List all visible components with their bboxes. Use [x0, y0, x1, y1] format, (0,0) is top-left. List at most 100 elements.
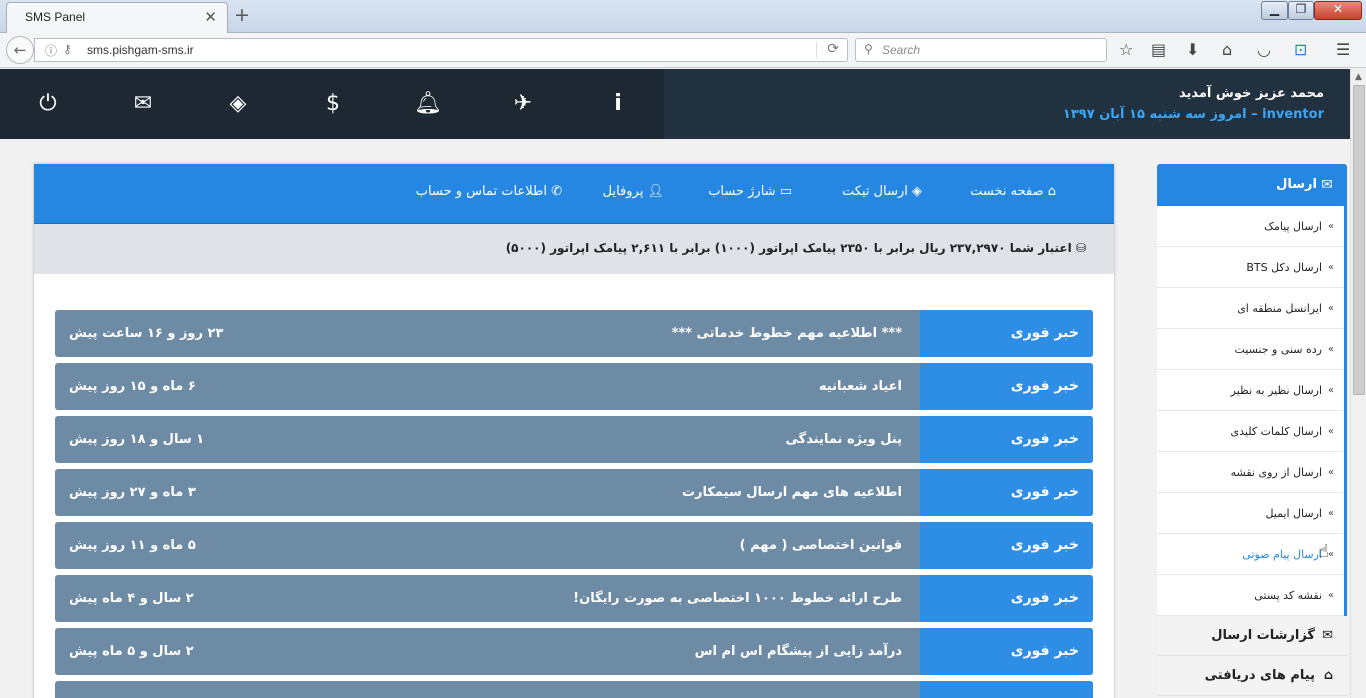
sidebar: ✉ ارسال » ارسال پیامک » ارسال دکل BTS » ایران… [1157, 164, 1347, 696]
sidebar-head-send[interactable]: ✉ ارسال [1157, 164, 1347, 206]
news-label: خبر فوری [920, 416, 1093, 463]
paper-plane-icon[interactable]: ✈ [508, 91, 538, 116]
news-label: خبر فوری [920, 363, 1093, 410]
browser-nav-bar: ← ⓘ ⚷ sms.pishgam-sms.ir ⟳ ⚲ ☆ ▤ ⬇ ⌂ ◡ ⊡… [0, 33, 1366, 68]
nav-contact[interactable]: ✆ اطلاعات تماس و حساب [416, 184, 562, 199]
bookmark-star-icon[interactable]: ☆ [1119, 40, 1133, 59]
nav-send-ticket[interactable]: ◈ ارسال تیکت [842, 184, 922, 199]
chevron-double-icon: » [1327, 590, 1334, 601]
window-close-button[interactable]: ✕ [1314, 1, 1362, 20]
search-input[interactable] [882, 42, 1102, 58]
pocket-icon[interactable]: ◡ [1257, 40, 1271, 59]
browser-tab[interactable]: SMS Panel ✕ [6, 2, 228, 33]
search-box[interactable]: ⚲ [855, 38, 1107, 62]
news-item[interactable]: خبر فوری درآمد زایی از پیشگام اس ام اس ۲… [55, 628, 1093, 675]
new-tab-button[interactable]: + [234, 4, 250, 26]
reading-list-icon[interactable]: ▤ [1151, 40, 1166, 59]
news-item[interactable]: خبر فوری اعیاد شعبانیه ۶ ماه و ۱۵ روز پی… [55, 363, 1093, 410]
sidebar-item-label: ایرانسل منطقه ای [1237, 302, 1322, 315]
news-title[interactable]: اعیاد شعبانیه [819, 363, 902, 410]
credit-text: ⛁ اعتبار شما ۲۳۷,۲۹۷۰ ریال برابر با ۲۳۵۰… [506, 241, 1086, 255]
menu-icon[interactable]: ☰ [1336, 40, 1350, 59]
credit-bar: ⛁ اعتبار شما ۲۳۷,۲۹۷۰ ریال برابر با ۲۳۵۰… [34, 224, 1114, 274]
news-title[interactable]: *** اطلاعیه مهم خطوط خدماتی *** [672, 310, 902, 357]
news-title[interactable]: پنل ویژه نمایندگی [786, 416, 902, 463]
phone-icon: ✆ [551, 184, 562, 199]
sidebar-section-reports[interactable]: ✉ گزارشات ارسال [1157, 616, 1347, 656]
url-bar[interactable]: ⓘ ⚷ sms.pishgam-sms.ir ⟳ [34, 38, 848, 62]
envelope-icon[interactable]: ✉ [128, 91, 158, 116]
news-item[interactable]: خبر فوری طرح ارائه خطوط ۱۰۰۰ اختصاصی به … [55, 575, 1093, 622]
database-icon: ⛁ [1075, 241, 1086, 255]
sidebar-item[interactable]: » ارسال ایمیل [1157, 493, 1344, 534]
news-item[interactable]: خبر فوری قوانین اختصاصی ( مهم ) ۵ ماه و … [55, 522, 1093, 569]
news-label-partial [920, 681, 1093, 698]
home-icon[interactable]: ⌂ [1222, 40, 1232, 59]
sidebar-item[interactable]: » ارسال پیامک [1157, 206, 1344, 247]
ticket-icon[interactable]: ◈ [223, 91, 253, 116]
nav-home[interactable]: ⌂ صفحه نخست [970, 184, 1056, 199]
nav-send-ticket-label: ارسال تیکت [842, 184, 908, 199]
sidebar-item[interactable]: » ارسال پیام صوتی [1157, 534, 1344, 575]
page-scrollbar[interactable]: ▲ [1350, 69, 1366, 698]
ticket-icon: ◈ [912, 184, 922, 199]
sidebar-item[interactable]: » ارسال از روی نقشه [1157, 452, 1344, 493]
username-link[interactable]: inventor [1262, 107, 1324, 122]
info-icon[interactable]: i [603, 91, 633, 116]
back-button[interactable]: ← [6, 36, 34, 64]
sidebar-item[interactable]: » ایرانسل منطقه ای [1157, 288, 1344, 329]
news-time: ۳ ماه و ۲۷ روز پیش [69, 485, 196, 500]
user-info-area: محمد عزیز خوش آمدید inventor – امروز سه … [664, 69, 1350, 139]
news-time: ۶ ماه و ۱۵ روز پیش [69, 379, 196, 394]
power-icon[interactable]: ⏻ [33, 91, 63, 116]
top-nav: ⌂ صفحه نخست ◈ ارسال تیکت ▭ شارژ حساب 👤︎ … [34, 164, 1114, 224]
inbox-icon: ⌂ [1323, 668, 1333, 683]
extension-icon[interactable]: ⊡ [1294, 40, 1307, 59]
sidebar-item-label: ارسال پیامک [1264, 220, 1322, 233]
sidebar-item-label: ارسال نظیر به نظیر [1230, 384, 1322, 397]
info-circle-icon[interactable]: ⓘ [45, 42, 57, 59]
minimize-button[interactable]: ▁ [1261, 1, 1288, 20]
news-item[interactable]: خبر فوری اطلاعیه های مهم ارسال سیمکارت ۳… [55, 469, 1093, 516]
reload-icon[interactable]: ⟳ [827, 41, 839, 57]
news-time: ۵ ماه و ۱۱ روز پیش [69, 538, 196, 553]
sidebar-item-label: ارسال ایمیل [1265, 507, 1322, 520]
news-title[interactable]: درآمد زایی از پیشگام اس ام اس [695, 628, 902, 675]
dollar-icon[interactable]: $ [318, 91, 348, 116]
sidebar-item[interactable]: » نقشه کد پستی [1157, 575, 1344, 616]
news-item[interactable]: خبر فوری پنل ویژه نمایندگی ۱ سال و ۱۸ رو… [55, 416, 1093, 463]
news-item-partial[interactable] [55, 681, 1093, 698]
news-title[interactable]: قوانین اختصاصی ( مهم ) [740, 522, 902, 569]
news-title[interactable]: اطلاعیه های مهم ارسال سیمکارت [682, 469, 902, 516]
news-time: ۱ سال و ۱۸ روز پیش [69, 432, 205, 447]
sidebar-section-label: گزارشات ارسال [1211, 628, 1315, 643]
chevron-double-icon: » [1327, 467, 1334, 478]
sidebar-item[interactable]: » ارسال کلمات کلیدی [1157, 411, 1344, 452]
scroll-thumb[interactable] [1353, 85, 1365, 395]
main-panel: ⌂ صفحه نخست ◈ ارسال تیکت ▭ شارژ حساب 👤︎ … [34, 164, 1114, 698]
credit-card-icon: ▭ [779, 184, 792, 199]
separator: – [1246, 107, 1263, 122]
news-item[interactable]: خبر فوری *** اطلاعیه مهم خطوط خدماتی ***… [55, 310, 1093, 357]
sidebar-item[interactable]: » ارسال دکل BTS [1157, 247, 1344, 288]
nav-home-label: صفحه نخست [970, 184, 1044, 199]
scroll-up-icon[interactable]: ▲ [1355, 72, 1362, 82]
news-label: خبر فوری [920, 310, 1093, 357]
tab-close-icon[interactable]: ✕ [204, 8, 217, 26]
home-icon: ⌂ [1047, 184, 1056, 199]
mouse-pointer-icon: ☝ [1318, 541, 1329, 562]
url-text[interactable]: sms.pishgam-sms.ir [87, 43, 194, 57]
news-time: ۲ سال و ۵ ماه پیش [69, 644, 194, 659]
chevron-double-icon: » [1327, 385, 1334, 396]
chevron-double-icon: » [1327, 303, 1334, 314]
news-time: ۲۳ روز و ۱۶ ساعت پیش [69, 326, 224, 341]
news-title[interactable]: طرح ارائه خطوط ۱۰۰۰ اختصاصی به صورت رایگ… [573, 575, 902, 622]
download-icon[interactable]: ⬇ [1186, 40, 1199, 59]
sidebar-section-inbox[interactable]: ⌂ پیام های دریافتی [1157, 656, 1347, 696]
sidebar-item[interactable]: » ارسال نظیر به نظیر [1157, 370, 1344, 411]
bell-icon[interactable]: 🔔︎ [413, 91, 443, 116]
nav-charge[interactable]: ▭ شارژ حساب [708, 184, 792, 199]
maximize-button[interactable]: ❐ [1288, 1, 1314, 20]
nav-profile[interactable]: 👤︎ پروفایل [603, 184, 664, 199]
sidebar-item[interactable]: » رده سنی و جنسیت [1157, 329, 1344, 370]
